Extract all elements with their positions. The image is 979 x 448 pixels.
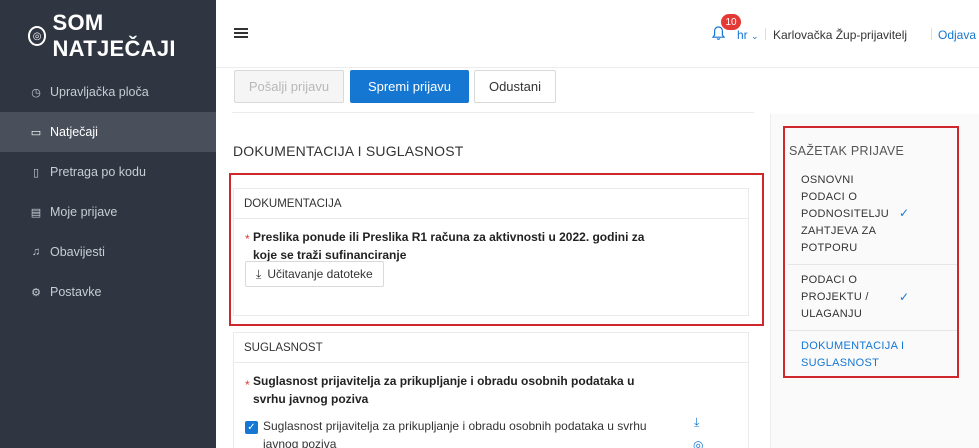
top-bar: 10 hr ⌄ Karlovačka Žup-prijavitelj Odjav…: [216, 0, 979, 68]
chevron-down-icon: ⌄: [751, 31, 759, 41]
sidebar-item-label: Upravljačka ploča: [50, 85, 149, 99]
logo-icon: ◎: [28, 26, 47, 46]
sidebar-item-label: Moje prijave: [50, 205, 118, 219]
cancel-button[interactable]: Odustani: [474, 70, 556, 103]
logo-text: SOM NATJEČAJI: [52, 10, 176, 61]
sidebar: ◎ SOM NATJEČAJI ◷ Upravljačka ploča ▭ Na…: [0, 0, 216, 448]
user-name: Karlovačka Žup-prijavitelj: [773, 28, 908, 42]
field-label: Suglasnost prijavitelja za prikupljanje …: [253, 374, 635, 406]
sidebar-item-settings[interactable]: ⚙ Postavke: [0, 272, 216, 312]
send-application-button[interactable]: Pošalji prijavu: [234, 70, 344, 103]
consent-checkbox-label: Suglasnost prijavitelja za prikupljanje …: [263, 419, 647, 448]
language-label: hr: [737, 28, 748, 42]
gear-icon: ⚙: [31, 286, 41, 299]
view-icon[interactable]: ◎: [693, 438, 703, 448]
sidebar-item-label: Natječaji: [50, 125, 98, 139]
consent-checkbox[interactable]: ✓: [245, 421, 258, 434]
divider: [232, 112, 754, 113]
sidebar-item-natjecaji[interactable]: ▭ Natječaji: [0, 112, 216, 152]
language-selector[interactable]: hr ⌄: [737, 28, 759, 42]
download-icon[interactable]: ⤓: [694, 415, 699, 430]
divider: [931, 28, 932, 40]
highlight-box: [783, 126, 959, 378]
sidebar-item-label: Obavijesti: [50, 245, 105, 259]
sidebar-item-my-applications[interactable]: ▤ Moje prijave: [0, 192, 216, 232]
app-logo[interactable]: ◎ SOM NATJEČAJI: [0, 0, 216, 72]
section-title: DOKUMENTACIJA I SUGLASNOST: [233, 143, 464, 159]
sidebar-item-label: Postavke: [50, 285, 102, 299]
bell-icon: ♫: [31, 246, 41, 258]
divider: [765, 28, 766, 40]
logout-link[interactable]: Odjava: [938, 28, 976, 42]
highlight-box: [229, 173, 764, 326]
file-text-icon: ▤: [30, 206, 42, 219]
sidebar-item-notifications[interactable]: ♫ Obavijesti: [0, 232, 216, 272]
menu-toggle-icon[interactable]: [234, 28, 248, 40]
required-marker: *: [245, 378, 250, 392]
card-title: SUGLASNOST: [234, 333, 748, 363]
sidebar-item-label: Pretraga po kodu: [50, 165, 146, 179]
sidebar-item-dashboard[interactable]: ◷ Upravljačka ploča: [0, 72, 216, 112]
save-application-button[interactable]: Spremi prijavu: [350, 70, 469, 103]
folder-icon: ▭: [30, 126, 42, 139]
sidebar-item-search-by-code[interactable]: ▯ Pretraga po kodu: [0, 152, 216, 192]
document-icon: ▯: [32, 166, 40, 179]
dashboard-icon: ◷: [31, 86, 41, 99]
